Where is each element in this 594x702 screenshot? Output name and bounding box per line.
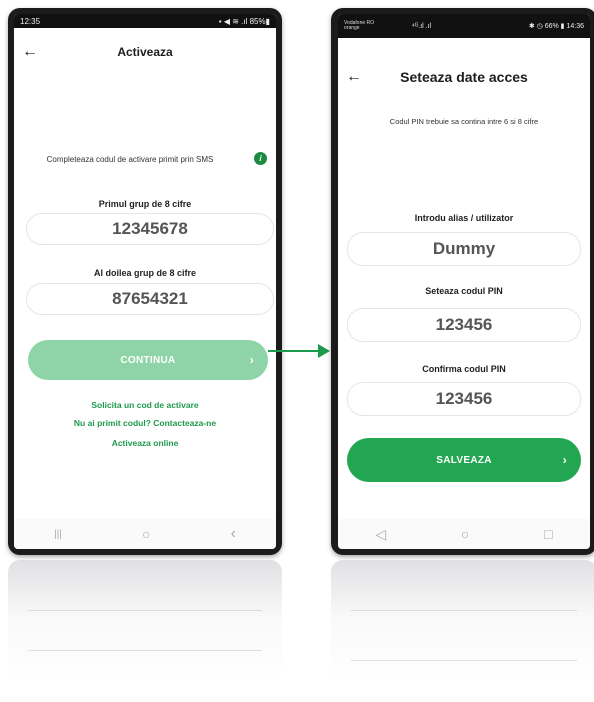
carrier-name-2: orange [344,25,360,31]
home-icon[interactable]: ○ [142,526,150,542]
back-nav-icon[interactable]: ‹ [231,525,236,543]
phone-reflection-left [8,560,282,702]
back-arrow-icon[interactable]: ← [346,69,362,85]
status-time: 12:35 [20,16,41,26]
group1-input[interactable]: 12345678 [26,213,274,245]
home-icon[interactable]: ○ [461,526,469,542]
pin-rule-text: Codul PIN trebuie sa contina intre 6 si … [389,117,539,126]
recents-icon[interactable]: □ [544,526,552,542]
phone-reflection-right [331,560,594,702]
recents-icon[interactable]: ||| [54,529,62,540]
group2-input[interactable]: 87654321 [26,283,274,315]
back-nav-icon[interactable]: ◁ [375,526,386,543]
back-arrow-icon[interactable]: ← [22,44,38,60]
request-code-link[interactable]: Solicita un cod de activare [14,400,276,410]
save-label: SALVEAZA [436,454,492,466]
alias-input[interactable]: Dummy [347,232,581,266]
app-header: ← Seteaza date acces [338,67,590,87]
flow-arrow-line [268,350,320,352]
group1-label: Primul grup de 8 cifre [98,199,192,209]
continue-label: CONTINUA [120,354,176,366]
signal-icon: ⁴ᴳ.ıl .ıl [411,22,432,30]
app-header: ← Activeaza [14,42,276,62]
status-icons: ▪ ◀ ≋ .ıl 85%▮ [218,16,270,26]
group2-label: Al doilea grup de 8 cifre [93,268,197,278]
pin-confirm-label: Confirma codul PIN [422,364,506,374]
contact-link[interactable]: Nu ai primit codul? Contacteaza-ne [14,418,276,428]
alias-label: Introdu alias / utilizator [414,213,514,223]
status-bar: Vodafone RO orange ⁴ᴳ.ıl .ıl ✱ ◷ 66% ▮ 1… [338,14,590,38]
pin-label: Seteaza codul PIN [425,286,503,296]
chevron-right-icon: › [562,453,567,467]
activation-instruction: Completeaza codul de activare primit pri… [46,155,214,164]
android-nav-bar: ||| ○ ‹ [14,519,276,549]
page-title: Activeaza [117,45,173,59]
pin-input[interactable]: 123456 [347,308,581,342]
continue-button[interactable]: CONTINUA › [28,340,268,380]
activate-online-link[interactable]: Activeaza online [14,438,276,448]
pin-confirm-input[interactable]: 123456 [347,382,581,416]
credentials-screen: Vodafone RO orange ⁴ᴳ.ıl .ıl ✱ ◷ 66% ▮ 1… [338,14,590,549]
android-nav-bar: ◁ ○ □ [338,519,590,549]
page-title: Seteaza date acces [400,69,528,85]
status-bar: 12:35 ▪ ◀ ≋ .ıl 85%▮ [14,14,276,28]
info-icon[interactable]: i [254,152,267,165]
flow-arrow-head-icon [318,344,330,358]
chevron-right-icon: › [249,353,254,367]
status-right: ✱ ◷ 66% ▮ 14:36 [528,23,584,30]
phone-frame-credentials: Vodafone RO orange ⁴ᴳ.ıl .ıl ✱ ◷ 66% ▮ 1… [331,8,594,555]
save-button[interactable]: SALVEAZA › [347,438,581,482]
activation-screen: 12:35 ▪ ◀ ≋ .ıl 85%▮ ← Activeaza Complet… [14,14,276,549]
phone-frame-activation: 12:35 ▪ ◀ ≋ .ıl 85%▮ ← Activeaza Complet… [8,8,282,555]
